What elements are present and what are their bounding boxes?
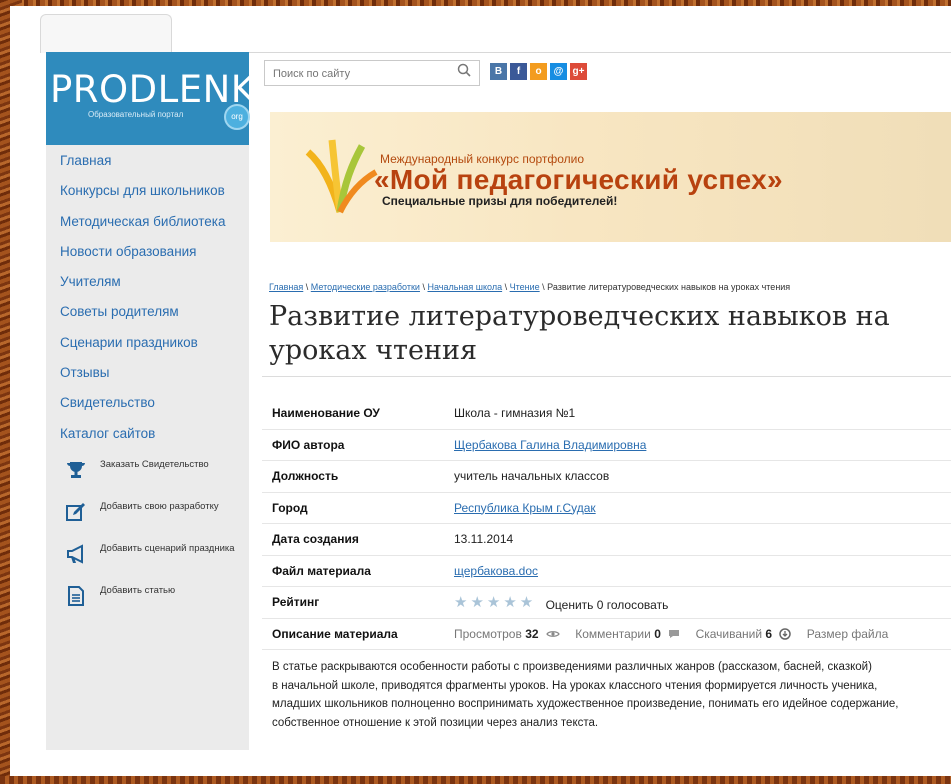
- trophy-icon: [64, 459, 88, 483]
- views-stat: Просмотров 32: [454, 626, 539, 641]
- sidebar-nav: Главная Конкурсы для школьников Методиче…: [46, 146, 249, 449]
- table-row: Должность учитель начальных классов: [262, 461, 951, 493]
- banner-title: «Мой педагогический успех»: [374, 164, 783, 195]
- title-divider: [262, 376, 951, 377]
- document-icon: [64, 585, 88, 609]
- nav-item-home[interactable]: Главная: [46, 146, 249, 176]
- browser-tab[interactable]: [40, 14, 172, 53]
- material-info-table: Наименование ОУ Школа - гимназия №1 ФИО …: [262, 398, 951, 650]
- table-row: Описание материала Просмотров 32 Коммент…: [262, 619, 951, 650]
- breadcrumb-link-home[interactable]: Главная: [269, 282, 303, 292]
- date-value: 13.11.2014: [454, 532, 514, 546]
- table-row: Файл материала щербакова.doc: [262, 556, 951, 587]
- table-row: Город Республика Крым г.Судак: [262, 493, 951, 524]
- nav-item-library[interactable]: Методическая библиотека: [46, 207, 249, 237]
- sidebar-actions: Заказать Свидетельство Добавить свою раз…: [46, 457, 249, 625]
- rate-button[interactable]: Оценить: [546, 598, 594, 612]
- site-logo[interactable]: PRODLENKA Образовательный портал org: [46, 52, 280, 145]
- rating-label: Рейтинг: [272, 595, 320, 609]
- add-development-action[interactable]: Добавить свою разработку: [46, 499, 249, 541]
- author-label: ФИО автора: [272, 437, 345, 452]
- search-input[interactable]: [271, 64, 455, 84]
- action-label: Добавить сценарий праздника: [100, 543, 235, 554]
- nav-item-certificate[interactable]: Свидетельство: [46, 388, 249, 418]
- org-label: Наименование ОУ: [272, 406, 380, 420]
- file-download-link[interactable]: щербакова.doc: [454, 564, 538, 578]
- position-label: Должность: [272, 469, 339, 483]
- logo-subtitle: Образовательный портал: [88, 110, 184, 119]
- megaphone-icon: [64, 543, 88, 567]
- add-article-action[interactable]: Добавить статью: [46, 583, 249, 625]
- comments-count: 0: [654, 626, 661, 641]
- table-row: Дата создания 13.11.2014: [262, 524, 951, 556]
- table-row: Рейтинг ★★★★★ Оценить 0 голосовать: [262, 587, 951, 619]
- nav-item-contests[interactable]: Конкурсы для школьников: [46, 176, 249, 206]
- odnoklassniki-share-icon[interactable]: o: [530, 63, 547, 80]
- wooden-frame-bottom: [0, 776, 951, 784]
- browser-tab-bar: [40, 6, 951, 53]
- nav-item-reviews[interactable]: Отзывы: [46, 358, 249, 388]
- breadcrumb: Главная \ Методические разработки \ Нача…: [269, 282, 791, 292]
- promo-banner[interactable]: Международный конкурс портфолио «Мой пед…: [270, 112, 951, 242]
- comments-stat: Комментарии 0: [575, 626, 661, 641]
- downloads-count: 6: [765, 626, 773, 641]
- rating-widget: ★★★★★ Оценить 0 голосовать: [454, 594, 669, 613]
- file-label: Файл материала: [272, 563, 371, 578]
- googleplus-share-icon[interactable]: g+: [570, 63, 587, 80]
- search-icon[interactable]: [457, 63, 471, 80]
- action-label: Добавить свою разработку: [100, 501, 219, 512]
- votes-count: 0 голосовать: [596, 598, 669, 612]
- position-value: учитель начальных классов: [454, 469, 610, 483]
- description-line: младших школьников полноценно воспринима…: [272, 698, 899, 710]
- filesize-label: Размер файла: [806, 626, 889, 641]
- material-stats: Просмотров 32 Комментарии 0 Скачиваний 6…: [454, 627, 888, 641]
- page-title: Развитие литературоведческих навыков на …: [269, 301, 890, 366]
- mailru-share-icon[interactable]: @: [550, 63, 567, 80]
- city-link[interactable]: Республика Крым г.Судак: [454, 501, 596, 515]
- eye-icon: [546, 631, 560, 638]
- action-label: Заказать Свидетельство: [100, 459, 209, 470]
- material-description: В статье раскрываются особенности работы…: [272, 658, 951, 732]
- logo-badge: org: [224, 104, 250, 130]
- description-line: собственное отношение к этой позиции чер…: [272, 716, 599, 729]
- nav-item-catalog[interactable]: Каталог сайтов: [46, 419, 249, 449]
- city-label: Город: [272, 500, 308, 515]
- author-link[interactable]: Щербакова Галина Владимировна: [454, 438, 646, 452]
- downloads-stat: Скачиваний 6: [695, 626, 773, 641]
- sidebar: PRODLENKA Образовательный портал org Гла…: [46, 52, 280, 750]
- breadcrumb-link-methods[interactable]: Методические разработки: [311, 282, 420, 292]
- table-row: ФИО автора Щербакова Галина Владимировна: [262, 430, 951, 461]
- edit-icon: [64, 501, 88, 525]
- order-certificate-action[interactable]: Заказать Свидетельство: [46, 457, 249, 499]
- date-label: Дата создания: [272, 532, 359, 546]
- comment-icon: [669, 630, 680, 639]
- nav-item-parents[interactable]: Советы родителям: [46, 297, 249, 327]
- table-row: Наименование ОУ Школа - гимназия №1: [262, 398, 951, 430]
- action-label: Добавить статью: [100, 585, 176, 596]
- logo-text: PRODLENKA: [50, 68, 281, 111]
- leaf-logo-icon: [305, 139, 378, 214]
- org-value: Школа - гимназия №1: [454, 406, 576, 420]
- banner-tagline: Специальные призы для победителей!: [382, 194, 618, 208]
- search-box: [264, 60, 480, 86]
- nav-item-scenarios[interactable]: Сценарии праздников: [46, 328, 249, 358]
- breadcrumb-current: Развитие литературоведческих навыков на …: [547, 282, 791, 292]
- breadcrumb-link-reading[interactable]: Чтение: [510, 282, 540, 292]
- add-scenario-action[interactable]: Добавить сценарий праздника: [46, 541, 249, 583]
- breadcrumb-link-primary[interactable]: Начальная школа: [427, 282, 502, 292]
- description-line: В статье раскрываются особенности работы…: [272, 661, 872, 673]
- views-count: 32: [525, 626, 539, 641]
- facebook-share-icon[interactable]: f: [510, 63, 527, 80]
- description-line: в начальной школе, приводятся фрагменты …: [272, 679, 878, 692]
- rating-stars[interactable]: ★★★★★: [454, 594, 536, 611]
- nav-item-news[interactable]: Новости образования: [46, 237, 249, 267]
- vk-share-icon[interactable]: B: [490, 63, 507, 80]
- nav-item-teachers[interactable]: Учителям: [46, 267, 249, 297]
- download-icon: [779, 628, 792, 641]
- description-label: Описание материала: [272, 626, 398, 641]
